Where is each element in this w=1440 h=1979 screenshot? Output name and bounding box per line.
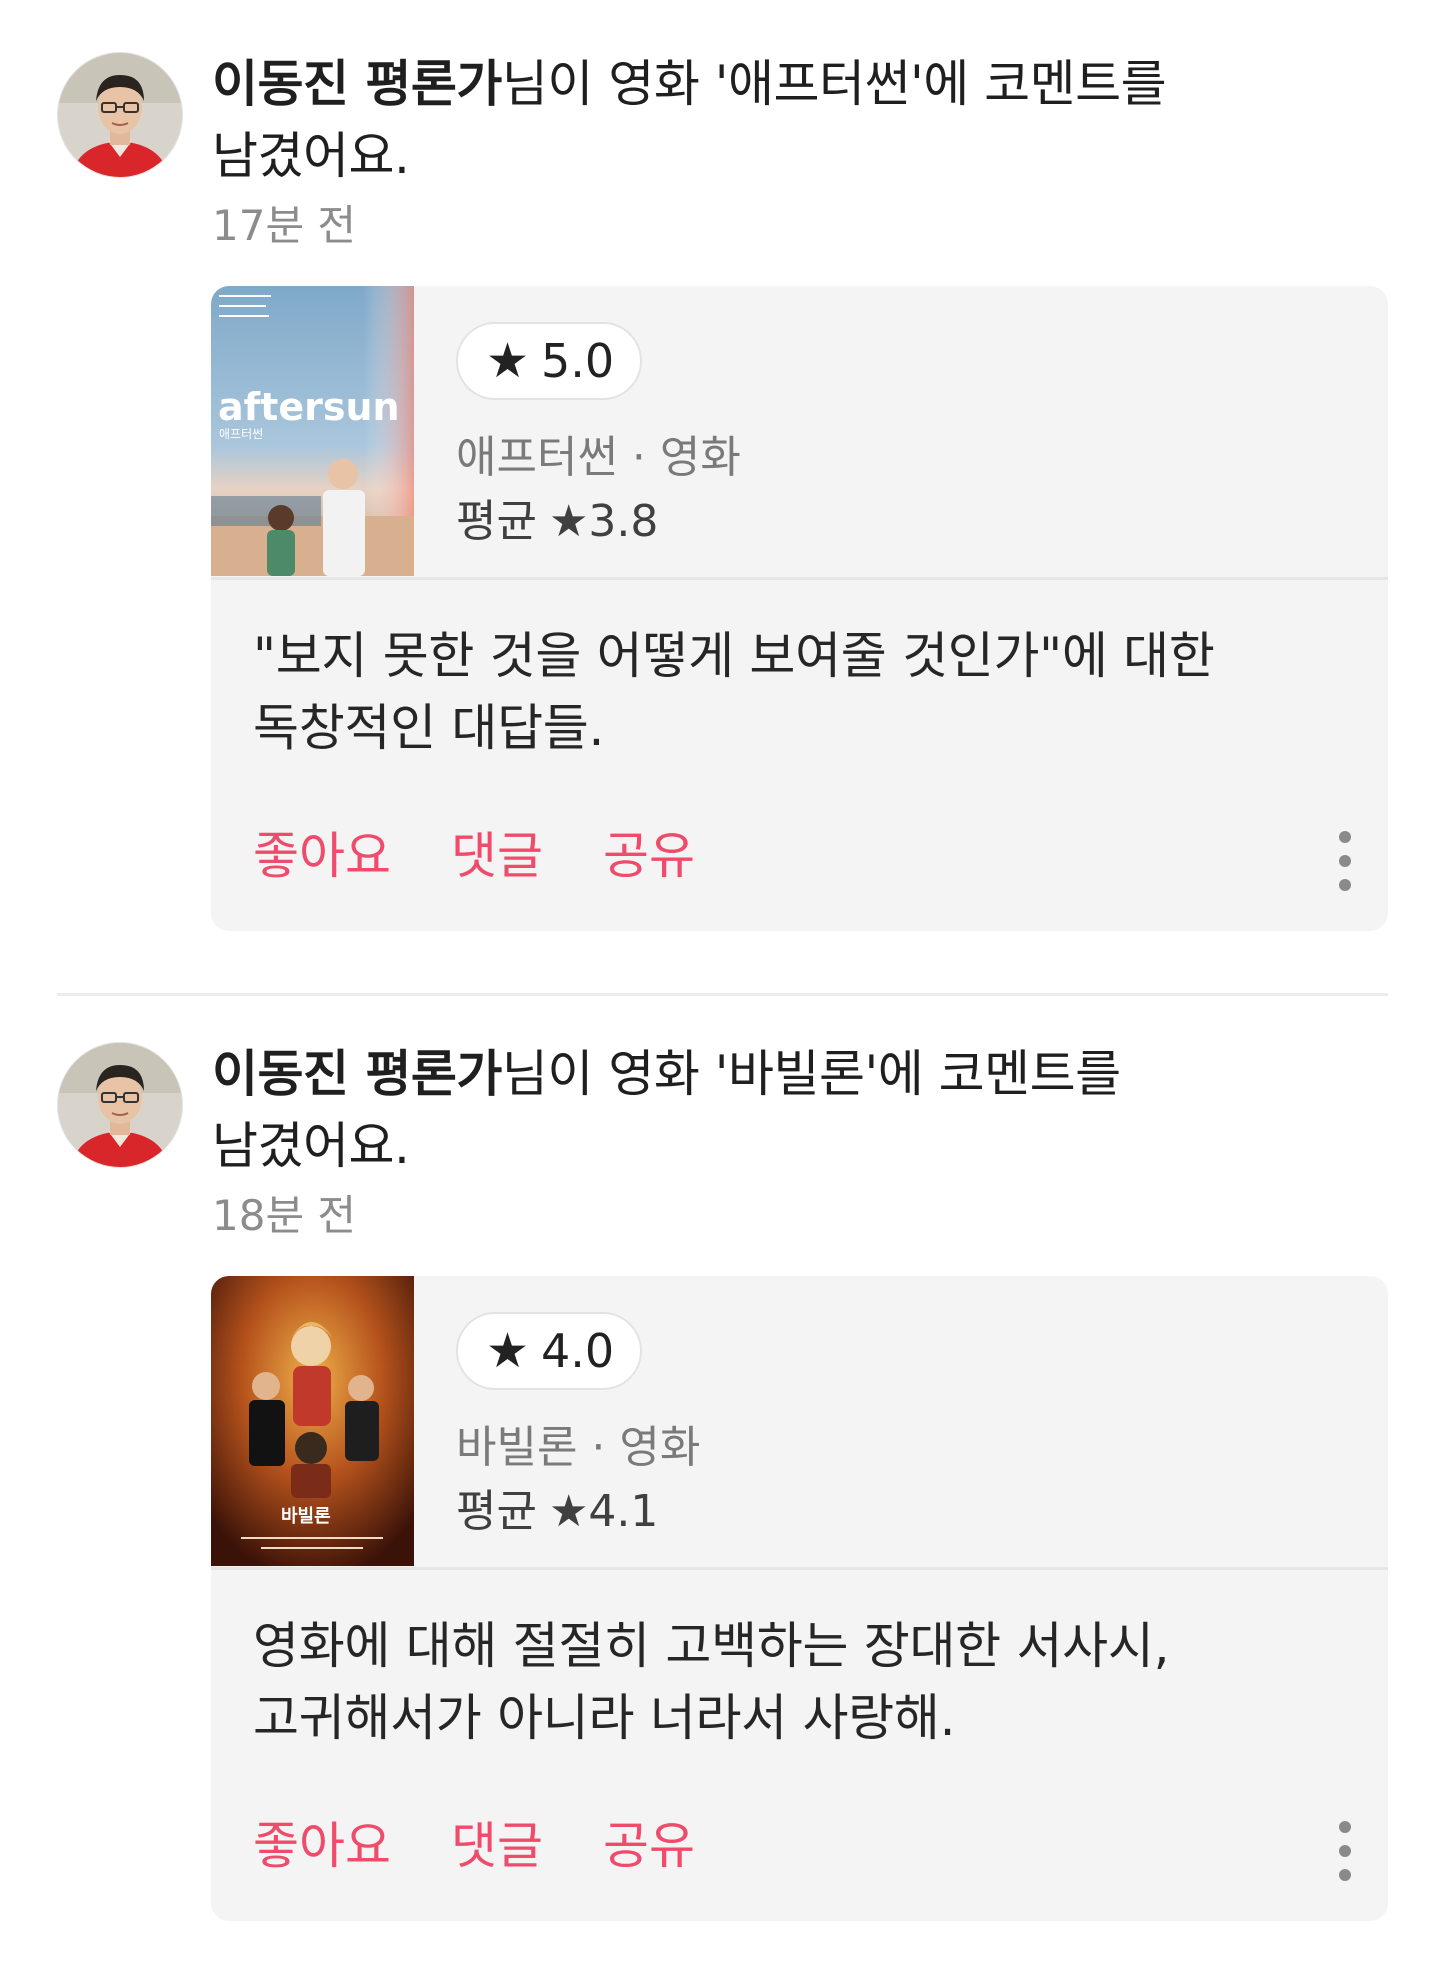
aftersun-poster-icon: aftersun 애프터썬: [211, 286, 414, 576]
average-rating: 평균 ★4.1: [456, 1482, 658, 1542]
average-value: ★4.1: [548, 1486, 659, 1537]
timestamp: 17분 전: [212, 201, 357, 250]
comment-text[interactable]: "보지 못한 것을 어떻게 보여줄 것인가"에 대한 독창적인 대답들.: [253, 620, 1333, 764]
movie-poster[interactable]: 바빌론: [211, 1276, 414, 1566]
poster-subtitle: 애프터썬: [219, 427, 263, 441]
average-label: 평균: [456, 1486, 537, 1537]
movie-title-type[interactable]: 바빌론 · 영화: [456, 1418, 700, 1478]
like-button[interactable]: 좋아요: [253, 1806, 391, 1886]
more-vertical-icon[interactable]: [1330, 831, 1360, 891]
babylon-poster-icon: 바빌론: [211, 1276, 414, 1566]
person-avatar-icon: [58, 1043, 182, 1167]
activity-headline: 이동진 평론가님이 영화 '애프터썬'에 코멘트를 남겼어요.: [212, 48, 1312, 192]
comment-card[interactable]: aftersun 애프터썬 ★ 5.0 애프터썬 · 영화 평균 ★3.8 "보…: [211, 286, 1388, 931]
movie-poster[interactable]: aftersun 애프터썬: [211, 286, 414, 576]
poster-title: aftersun: [218, 385, 400, 429]
star-icon: ★: [486, 333, 530, 389]
comment-line: 독창적인 대답들.: [253, 699, 605, 757]
feed-item: 이동진 평론가님이 영화 '애프터썬'에 코멘트를 남겼어요. 17분 전 af…: [0, 0, 1440, 960]
activity-text-cont: 남겼어요.: [212, 1117, 410, 1175]
activity-text: 님이 영화 '애프터썬'에 코멘트를: [501, 55, 1167, 113]
card-divider: [211, 577, 1388, 580]
reply-button[interactable]: 댓글: [451, 1806, 543, 1886]
comment-text[interactable]: 영화에 대해 절절히 고백하는 장대한 서사시, 고귀해서가 아니라 너라서 사…: [253, 1610, 1333, 1754]
person-avatar-icon: [58, 53, 182, 177]
poster-title: 바빌론: [281, 1506, 331, 1527]
movie-title-type[interactable]: 애프터썬 · 영화: [456, 428, 741, 488]
comment-actions: 좋아요 댓글 공유: [253, 816, 695, 896]
rating-value: 5.0: [541, 334, 615, 388]
share-button[interactable]: 공유: [603, 1806, 695, 1886]
feed-item: 이동진 평론가님이 영화 '바빌론'에 코멘트를 남겼어요. 18분 전 바빌론…: [0, 990, 1440, 1950]
average-label: 평균: [456, 496, 537, 547]
critic-name[interactable]: 이동진 평론가: [212, 55, 502, 113]
share-button[interactable]: 공유: [603, 816, 695, 896]
rating-value: 4.0: [541, 1324, 615, 1378]
my-rating-badge: ★ 5.0: [456, 322, 643, 400]
my-rating-badge: ★ 4.0: [456, 1312, 643, 1390]
comment-line: "보지 못한 것을 어떻게 보여줄 것인가"에 대한: [253, 627, 1215, 685]
average-value: ★3.8: [548, 496, 659, 547]
comment-line: 고귀해서가 아니라 너라서 사랑해.: [253, 1689, 956, 1747]
critic-avatar[interactable]: [57, 52, 183, 178]
comment-actions: 좋아요 댓글 공유: [253, 1806, 695, 1886]
like-button[interactable]: 좋아요: [253, 816, 391, 896]
activity-text: 님이 영화 '바빌론'에 코멘트를: [501, 1045, 1121, 1103]
more-vertical-icon[interactable]: [1330, 1821, 1360, 1881]
activity-headline: 이동진 평론가님이 영화 '바빌론'에 코멘트를 남겼어요.: [212, 1038, 1312, 1182]
comment-card[interactable]: 바빌론 ★ 4.0 바빌론 · 영화 평균 ★4.1 영화에 대해 절절히 고백…: [211, 1276, 1388, 1921]
critic-avatar[interactable]: [57, 1042, 183, 1168]
star-icon: ★: [486, 1323, 530, 1379]
average-rating: 평균 ★3.8: [456, 492, 658, 552]
activity-text-cont: 남겼어요.: [212, 127, 410, 185]
critic-name[interactable]: 이동진 평론가: [212, 1045, 502, 1103]
reply-button[interactable]: 댓글: [451, 816, 543, 896]
timestamp: 18분 전: [212, 1191, 357, 1240]
card-divider: [211, 1567, 1388, 1570]
comment-line: 영화에 대해 절절히 고백하는 장대한 서사시,: [253, 1617, 1170, 1675]
